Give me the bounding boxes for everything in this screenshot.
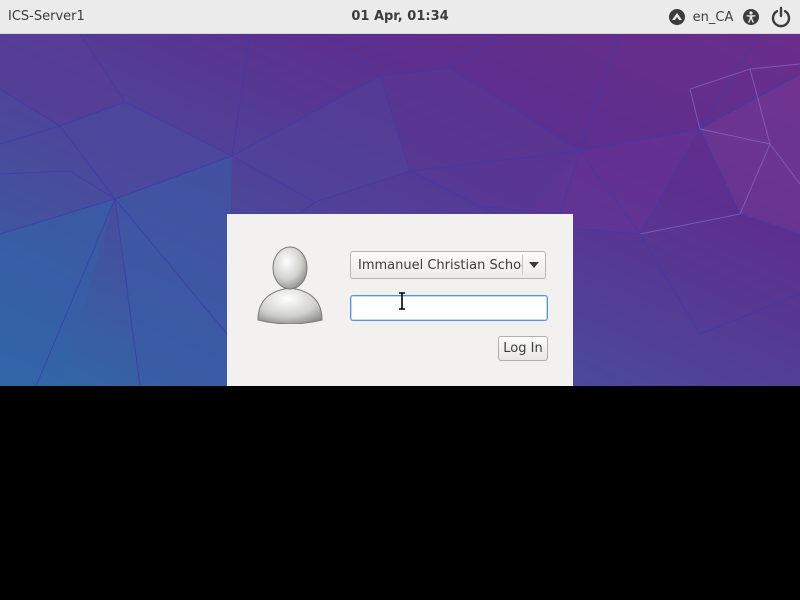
user-select-dropdown[interactable]: Immanuel Christian School	[350, 251, 546, 279]
top-bar: ICS-Server1 01 Apr, 01:34 en_CA	[0, 0, 800, 34]
chevron-down-icon[interactable]	[523, 252, 545, 278]
login-dialog: Immanuel Christian School Log In	[227, 214, 573, 386]
avatar	[255, 244, 325, 325]
power-icon[interactable]	[768, 0, 794, 34]
user-select-value: Immanuel Christian School	[358, 257, 522, 273]
login-screen: ICS-Server1 01 Apr, 01:34 en_CA Immanuel…	[0, 0, 800, 600]
black-area	[0, 386, 800, 600]
hostname-label: ICS-Server1	[8, 9, 85, 24]
clock-label[interactable]: 01 Apr, 01:34	[351, 9, 448, 24]
text-cursor-icon	[397, 292, 407, 310]
user-avatar-icon	[257, 246, 323, 325]
login-button[interactable]: Log In	[498, 336, 548, 361]
language-indicator[interactable]: en_CA	[692, 0, 734, 34]
password-field[interactable]	[350, 295, 548, 321]
network-icon[interactable]	[666, 0, 688, 34]
accessibility-icon[interactable]	[740, 0, 762, 34]
